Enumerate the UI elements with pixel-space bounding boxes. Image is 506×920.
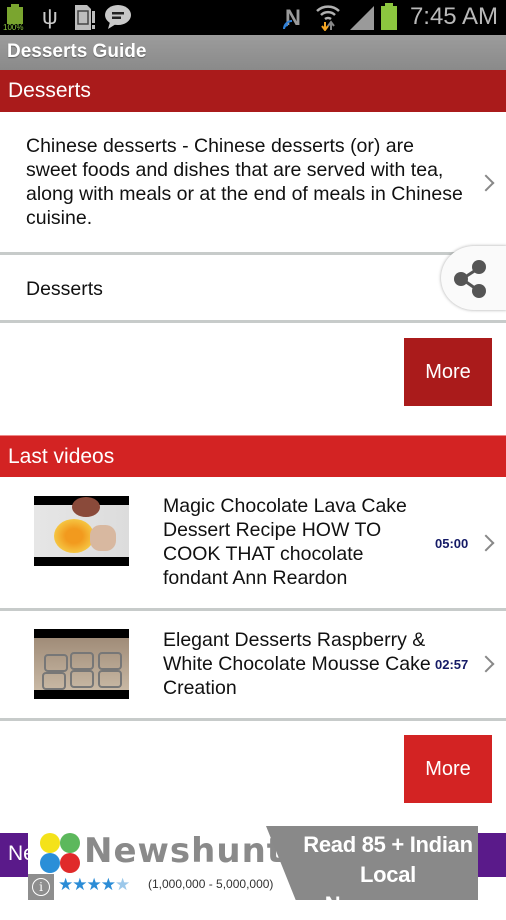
newshunt-logo-icon [40,833,80,873]
list-item-text: Chinese desserts - Chinese desserts (or)… [26,135,463,229]
nfc-icon: N [282,3,306,36]
video-thumbnail[interactable] [34,496,129,566]
video-thumbnail[interactable] [34,629,129,699]
video-list-item[interactable]: Magic Chocolate Lava Cake Dessert Recipe… [0,477,506,611]
clock: 7:45 AM [409,3,498,30]
ad-banner[interactable]: Newshunt ★★★★★ (1,000,000 - 5,000,000) R… [28,826,478,917]
ad-brand-name: Newshunt [84,831,285,871]
video-list-item[interactable]: Elegant Desserts Raspberry & White Choco… [0,611,506,721]
list-item-text: Desserts [26,278,103,300]
more-videos-button[interactable]: More [404,735,492,803]
info-icon: i [32,878,50,896]
wifi-icon [315,3,341,36]
sd-card-icon [73,5,95,30]
app-title: Desserts Guide [7,41,147,62]
ad-tagline-line1: Read 85 + Indian [303,832,473,857]
message-icon [104,4,132,35]
chevron-right-icon [477,174,495,192]
ad-info-button[interactable]: i [28,874,54,900]
ad-tagline: Read 85 + Indian Local Newspapers [298,830,478,920]
share-button[interactable] [441,246,506,310]
more-desserts-button[interactable]: More [404,338,492,406]
section-header-desserts: Desserts [0,70,506,112]
list-item[interactable]: Desserts [0,255,506,323]
battery-charging-icon [380,3,398,31]
chevron-right-icon [477,655,495,673]
chevron-right-icon [477,534,495,552]
video-duration: 05:00 [435,536,469,551]
usb-icon: ψ [42,4,58,29]
svg-text:N: N [285,5,301,30]
battery-full-icon: 100% [3,4,24,32]
ad-installs: (1,000,000 - 5,000,000) [148,877,274,891]
rating-stars-icon: ★★★★★ [58,875,130,894]
status-bar: 100% ψ N 7:45 AM [0,0,506,35]
video-title: Magic Chocolate Lava Cake Dessert Recipe… [163,495,407,589]
ad-tagline-line2: Local Newspapers [324,862,452,917]
signal-icon [350,5,376,36]
section-header-last-videos: Last videos [0,435,506,477]
battery-percent-label: 100% [3,23,24,32]
action-bar: Desserts Guide [0,35,506,70]
list-item[interactable]: Chinese desserts - Chinese desserts (or)… [0,112,506,255]
video-duration: 02:57 [435,657,469,672]
share-icon [454,260,486,298]
video-title: Elegant Desserts Raspberry & White Choco… [163,629,431,699]
